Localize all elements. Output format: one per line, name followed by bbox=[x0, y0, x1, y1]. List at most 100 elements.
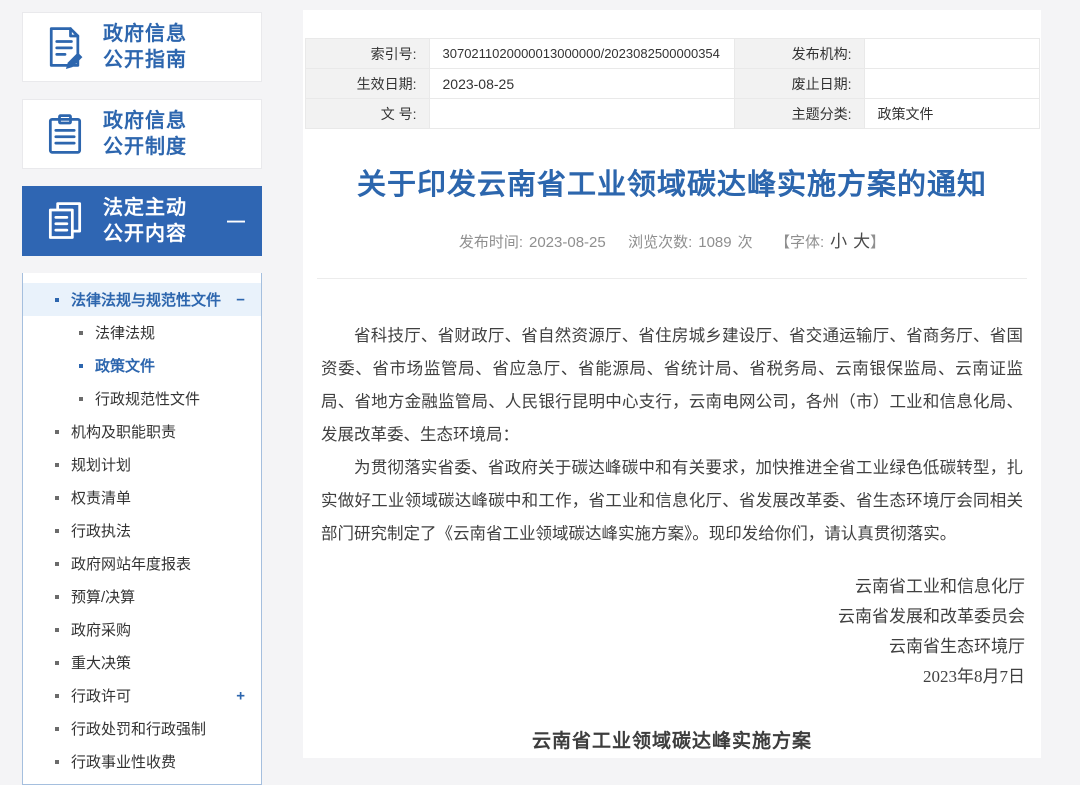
sidebar-item-admin-enforcement[interactable]: 行政执法 bbox=[23, 514, 261, 547]
label-line: 公开制度 bbox=[103, 136, 187, 158]
sidebar-item-laws-and-normative-docs[interactable]: 法律法规与规范性文件 − bbox=[23, 283, 261, 316]
index-number-label: 索引号: bbox=[305, 39, 429, 69]
content-panel: 索引号: 3070211020000013000000/202308250000… bbox=[303, 10, 1041, 758]
sidebar-item-budget[interactable]: 预算/决算 bbox=[23, 580, 261, 613]
sidebar-item-admin-licensing[interactable]: 行政许可 + bbox=[23, 679, 261, 712]
bullet-icon bbox=[55, 727, 59, 731]
bullet-icon bbox=[55, 298, 59, 302]
sidebar-item-major-decisions[interactable]: 重大决策 bbox=[23, 646, 261, 679]
doc-info-table: 索引号: 3070211020000013000000/202308250000… bbox=[305, 38, 1040, 129]
article-meta: 发布时间: 2023-08-25 浏览次数: 1089 次 【字体: 小大】 bbox=[303, 227, 1041, 252]
article-body: 省科技厅、省财政厅、省自然资源厅、省住房城乡建设厅、省交通运输厅、省商务厅、省国… bbox=[303, 319, 1041, 550]
menu-label: 行政执法 bbox=[71, 520, 131, 541]
index-number-value: 3070211020000013000000/2023082500000354 bbox=[429, 39, 734, 69]
menu-label: 法律法规与规范性文件 bbox=[71, 289, 221, 310]
bullet-icon bbox=[79, 364, 83, 368]
signature-agency: 云南省生态环境厅 bbox=[303, 632, 1025, 662]
bullet-icon bbox=[55, 628, 59, 632]
page-title: 关于印发云南省工业领域碳达峰实施方案的通知 bbox=[303, 161, 1041, 203]
menu-label: 政府网站年度报表 bbox=[71, 553, 191, 574]
bullet-icon bbox=[55, 529, 59, 533]
font-size-label-close: 】 bbox=[870, 234, 885, 251]
signature-agency: 云南省工业和信息化厅 bbox=[303, 572, 1025, 602]
bullet-icon bbox=[55, 496, 59, 500]
bullet-icon bbox=[55, 562, 59, 566]
sidebar-item-admin-penalty[interactable]: 行政处罚和行政强制 bbox=[23, 712, 261, 745]
repeal-date-label: 废止日期: bbox=[734, 69, 864, 99]
menu-label: 权责清单 bbox=[71, 487, 131, 508]
attachment-title: 云南省工业领域碳达峰实施方案 bbox=[303, 726, 1041, 753]
menu-label: 机构及职能职责 bbox=[71, 421, 176, 442]
table-row: 索引号: 3070211020000013000000/202308250000… bbox=[305, 39, 1039, 69]
label-line: 法定主动 bbox=[103, 197, 187, 219]
bullet-icon bbox=[55, 463, 59, 467]
sidebar-item-gov-procurement[interactable]: 政府采购 bbox=[23, 613, 261, 646]
menu-label: 行政许可 bbox=[71, 685, 131, 706]
bullet-icon bbox=[55, 661, 59, 665]
menu-label: 重大决策 bbox=[71, 652, 131, 673]
label-line: 公开内容 bbox=[103, 223, 187, 245]
sidebar-item-laws[interactable]: 法律法规 bbox=[23, 316, 261, 349]
font-larger-button[interactable]: 大 bbox=[853, 232, 870, 251]
paragraph: 省科技厅、省财政厅、省自然资源厅、省住房城乡建设厅、省交通运输厅、省商务厅、省国… bbox=[321, 319, 1023, 451]
menu-label: 政府采购 bbox=[71, 619, 131, 640]
bullet-icon bbox=[79, 331, 83, 335]
publish-time-value: 2023-08-25 bbox=[529, 234, 606, 251]
collapse-icon[interactable]: − bbox=[236, 291, 245, 308]
sidebar-item-gov-info-system[interactable]: 政府信息 公开制度 bbox=[22, 99, 262, 169]
topic-category-value: 政策文件 bbox=[864, 99, 1039, 129]
label-line: 公开指南 bbox=[103, 49, 187, 71]
signature-date: 2023年8月7日 bbox=[303, 662, 1025, 692]
sidebar-item-gov-info-guide[interactable]: 政府信息 公开指南 bbox=[22, 12, 262, 82]
documents-icon bbox=[41, 197, 89, 245]
clipboard-icon bbox=[41, 110, 89, 158]
sidebar-item-label: 法定主动 公开内容 bbox=[103, 195, 187, 247]
bullet-icon bbox=[55, 760, 59, 764]
effective-date-value: 2023-08-25 bbox=[429, 69, 734, 99]
sidebar-item-admin-normative-docs[interactable]: 行政规范性文件 bbox=[23, 382, 261, 415]
views-unit: 次 bbox=[738, 234, 753, 251]
table-row: 生效日期: 2023-08-25 废止日期: bbox=[305, 69, 1039, 99]
sidebar-item-power-responsibility-list[interactable]: 权责清单 bbox=[23, 481, 261, 514]
expand-icon[interactable]: + bbox=[236, 687, 245, 704]
divider bbox=[317, 278, 1027, 279]
sidebar-item-statutory-disclosure[interactable]: 法定主动 公开内容 — bbox=[22, 186, 262, 256]
collapse-icon[interactable]: — bbox=[227, 211, 245, 232]
menu-label: 法律法规 bbox=[95, 322, 155, 343]
menu-label: 政策文件 bbox=[95, 355, 155, 376]
label-line: 政府信息 bbox=[103, 23, 187, 45]
label-line: 政府信息 bbox=[103, 110, 187, 132]
sidebar-menu: 法律法规与规范性文件 − 法律法规 政策文件 行政规范性文件 机构及职能职责 规… bbox=[22, 273, 262, 785]
views-count: 1089 bbox=[698, 234, 731, 251]
table-row: 文 号: 主题分类: 政策文件 bbox=[305, 99, 1039, 129]
sidebar-item-label: 政府信息 公开指南 bbox=[103, 21, 187, 73]
doc-number-label: 文 号: bbox=[305, 99, 429, 129]
bullet-icon bbox=[55, 430, 59, 434]
paragraph: 为贯彻落实省委、省政府关于碳达峰碳中和有关要求，加快推进全省工业绿色低碳转型，扎… bbox=[321, 451, 1023, 550]
doc-number-value bbox=[429, 99, 734, 129]
menu-label: 行政处罚和行政强制 bbox=[71, 718, 206, 739]
sidebar-item-website-annual-report[interactable]: 政府网站年度报表 bbox=[23, 547, 261, 580]
sidebar-item-label: 政府信息 公开制度 bbox=[103, 108, 187, 160]
sidebar-item-admin-fees[interactable]: 行政事业性收费 bbox=[23, 745, 261, 778]
menu-label: 预算/决算 bbox=[71, 586, 135, 607]
sidebar-item-org-duties[interactable]: 机构及职能职责 bbox=[23, 415, 261, 448]
bullet-icon bbox=[79, 397, 83, 401]
publish-time-label: 发布时间: bbox=[459, 234, 523, 251]
views-label: 浏览次数: bbox=[628, 234, 692, 251]
menu-label: 行政事业性收费 bbox=[71, 751, 176, 772]
sidebar-item-planning[interactable]: 规划计划 bbox=[23, 448, 261, 481]
publish-agency-value bbox=[864, 39, 1039, 69]
publish-agency-label: 发布机构: bbox=[734, 39, 864, 69]
menu-label: 规划计划 bbox=[71, 454, 131, 475]
topic-category-label: 主题分类: bbox=[734, 99, 864, 129]
signature-block: 云南省工业和信息化厅 云南省发展和改革委员会 云南省生态环境厅 2023年8月7… bbox=[303, 572, 1041, 692]
sidebar-item-policy-files[interactable]: 政策文件 bbox=[23, 349, 261, 382]
bullet-icon bbox=[55, 694, 59, 698]
menu-label: 行政规范性文件 bbox=[95, 388, 200, 409]
signature-agency: 云南省发展和改革委员会 bbox=[303, 602, 1025, 632]
document-pen-icon bbox=[41, 23, 89, 71]
font-smaller-button[interactable]: 小 bbox=[830, 232, 847, 251]
font-size-label: 【字体: bbox=[775, 234, 824, 251]
repeal-date-value bbox=[864, 69, 1039, 99]
